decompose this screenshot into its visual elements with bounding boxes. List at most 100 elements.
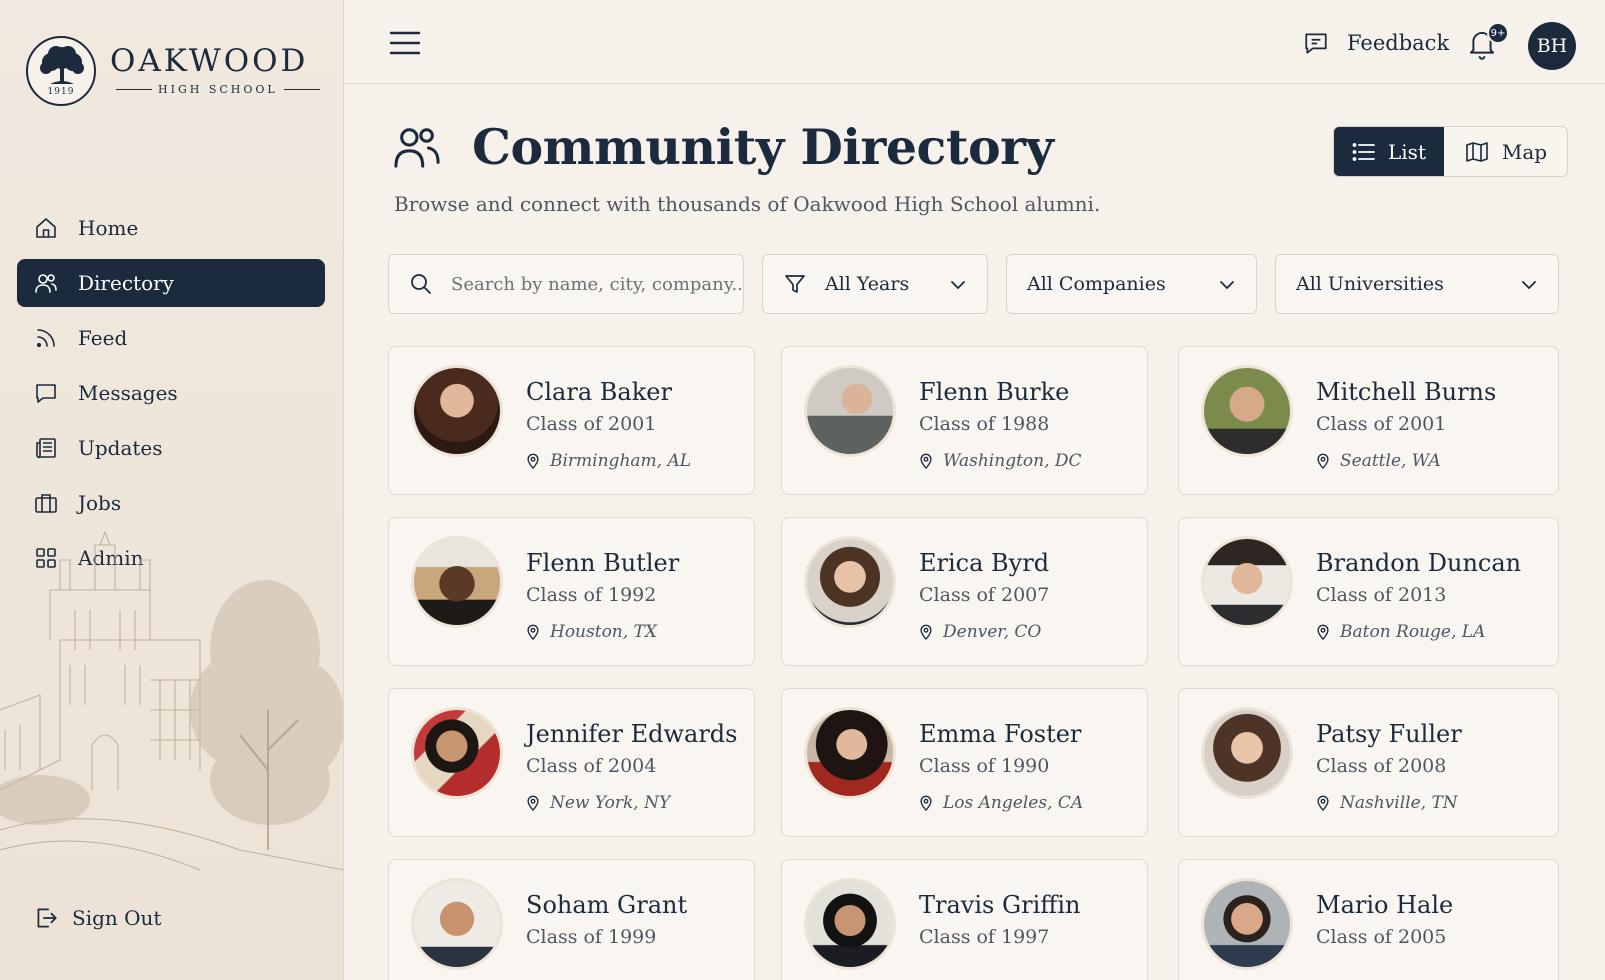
sidebar-item-messages[interactable]: Messages <box>17 369 325 417</box>
oak-tree-seal-icon: 1919 <box>26 36 96 106</box>
years-dropdown-value: All Years <box>825 273 910 295</box>
alumni-card[interactable]: Emma Foster Class of 1990 Los Angeles, C… <box>781 688 1148 837</box>
newspaper-icon <box>33 435 59 461</box>
sidebar-item-updates[interactable]: Updates <box>17 424 325 472</box>
sidebar-item-label: Jobs <box>78 491 122 515</box>
alumni-card[interactable]: Flenn Burke Class of 1988 Washington, DC <box>781 346 1148 495</box>
alumni-location: Nashville, TN <box>1340 793 1458 813</box>
alumni-name: Patsy Fuller <box>1316 720 1462 748</box>
alumni-location: Seattle, WA <box>1340 451 1441 471</box>
sidebar-item-feed[interactable]: Feed <box>17 314 325 362</box>
alumni-card[interactable]: Travis Griffin Class of 1997 <box>781 859 1148 980</box>
alumni-name: Mitchell Burns <box>1316 378 1497 406</box>
alumni-class: Class of 2005 <box>1316 926 1447 948</box>
map-view-button[interactable]: Map <box>1444 127 1567 176</box>
search-input[interactable] <box>451 273 741 295</box>
sidebar-item-label: Directory <box>78 271 174 295</box>
search-box[interactable] <box>388 254 744 314</box>
companies-dropdown[interactable]: All Companies <box>1006 254 1257 314</box>
feedback-label: Feedback <box>1347 31 1450 55</box>
map-icon <box>1464 140 1490 164</box>
profile-photo <box>411 536 503 628</box>
alumni-location: Birmingham, AL <box>550 451 692 471</box>
users-icon <box>33 270 59 296</box>
alumni-name: Flenn Burke <box>919 378 1070 406</box>
location-pin-icon <box>919 453 933 469</box>
menu-icon[interactable] <box>389 30 421 60</box>
alumni-card[interactable]: Patsy Fuller Class of 2008 Nashville, TN <box>1178 688 1559 837</box>
feedback-icon <box>1303 30 1329 56</box>
briefcase-icon <box>33 490 59 516</box>
location-pin-icon <box>526 453 540 469</box>
profile-photo <box>1201 536 1293 628</box>
home-icon <box>33 215 59 241</box>
alumni-class: Class of 2001 <box>1316 413 1447 435</box>
years-dropdown[interactable]: All Years <box>762 254 988 314</box>
alumni-name: Erica Byrd <box>919 549 1050 577</box>
sidebar-item-directory[interactable]: Directory <box>17 259 325 307</box>
users-icon <box>392 124 442 170</box>
school-subtitle: HIGH SCHOOL <box>158 83 278 96</box>
alumni-card[interactable]: Erica Byrd Class of 2007 Denver, CO <box>781 517 1148 666</box>
alumni-name: Soham Grant <box>526 891 688 919</box>
alumni-name: Mario Hale <box>1316 891 1454 919</box>
profile-photo <box>804 878 896 970</box>
chevron-down-icon <box>949 276 967 294</box>
universities-dropdown[interactable]: All Universities <box>1275 254 1559 314</box>
list-icon <box>1352 142 1376 162</box>
location-pin-icon <box>1316 453 1330 469</box>
alumni-class: Class of 2007 <box>919 584 1050 606</box>
alumni-name: Travis Griffin <box>919 891 1081 919</box>
alumni-location: Los Angeles, CA <box>943 793 1084 813</box>
alumni-card[interactable]: Jennifer Edwards Class of 2004 New York,… <box>388 688 755 837</box>
sidebar: 1919 OAKWOOD HIGH SCHOOL Home Directory <box>0 0 344 980</box>
alumni-name: Jennifer Edwards <box>526 720 738 748</box>
alumni-class: Class of 1999 <box>526 926 657 948</box>
alumni-card[interactable]: Mitchell Burns Class of 2001 Seattle, WA <box>1178 346 1559 495</box>
sign-out-label: Sign Out <box>72 906 162 930</box>
universities-dropdown-value: All Universities <box>1296 273 1444 295</box>
profile-photo <box>804 707 896 799</box>
location-pin-icon <box>1316 624 1330 640</box>
alumni-name: Emma Foster <box>919 720 1082 748</box>
feedback-button[interactable]: Feedback <box>1303 30 1449 56</box>
campus-illustration <box>0 530 343 871</box>
school-name: OAKWOOD <box>110 43 309 79</box>
location-pin-icon <box>919 795 933 811</box>
school-logo[interactable]: 1919 OAKWOOD HIGH SCHOOL <box>26 36 326 106</box>
map-view-label: Map <box>1501 139 1548 164</box>
alumni-card[interactable]: Flenn Butler Class of 1992 Houston, TX <box>388 517 755 666</box>
alumni-location: Denver, CO <box>943 622 1042 642</box>
search-icon <box>409 272 433 296</box>
alumni-card[interactable]: Soham Grant Class of 1999 <box>388 859 755 980</box>
chevron-down-icon <box>1218 276 1236 294</box>
logout-icon <box>33 905 59 931</box>
alumni-class: Class of 2008 <box>1316 755 1447 777</box>
profile-photo <box>804 536 896 628</box>
user-avatar[interactable]: BH <box>1528 22 1576 70</box>
alumni-name: Clara Baker <box>526 378 672 406</box>
sidebar-item-label: Updates <box>78 436 163 460</box>
sidebar-item-jobs[interactable]: Jobs <box>17 479 325 527</box>
alumni-card[interactable]: Clara Baker Class of 2001 Birmingham, AL <box>388 346 755 495</box>
alumni-location: Baton Rouge, LA <box>1340 622 1486 642</box>
alumni-class: Class of 2001 <box>526 413 657 435</box>
page-subtitle: Browse and connect with thousands of Oak… <box>394 192 1101 216</box>
alumni-location: Houston, TX <box>550 622 657 642</box>
companies-dropdown-value: All Companies <box>1027 273 1166 295</box>
filter-icon <box>783 272 807 296</box>
profile-photo <box>411 707 503 799</box>
sidebar-item-home[interactable]: Home <box>17 204 325 252</box>
profile-photo <box>411 365 503 457</box>
alumni-name: Brandon Duncan <box>1316 549 1522 577</box>
sign-out-button[interactable]: Sign Out <box>33 905 161 931</box>
list-view-button[interactable]: List <box>1334 127 1444 176</box>
alumni-card[interactable]: Brandon Duncan Class of 2013 Baton Rouge… <box>1178 517 1559 666</box>
alumni-class: Class of 1997 <box>919 926 1050 948</box>
alumni-card[interactable]: Mario Hale Class of 2005 <box>1178 859 1559 980</box>
sidebar-item-label: Feed <box>78 326 128 350</box>
alumni-class: Class of 1992 <box>526 584 657 606</box>
notification-badge: 9+ <box>1487 22 1509 44</box>
alumni-class: Class of 1990 <box>919 755 1050 777</box>
alumni-location: Washington, DC <box>943 451 1082 471</box>
